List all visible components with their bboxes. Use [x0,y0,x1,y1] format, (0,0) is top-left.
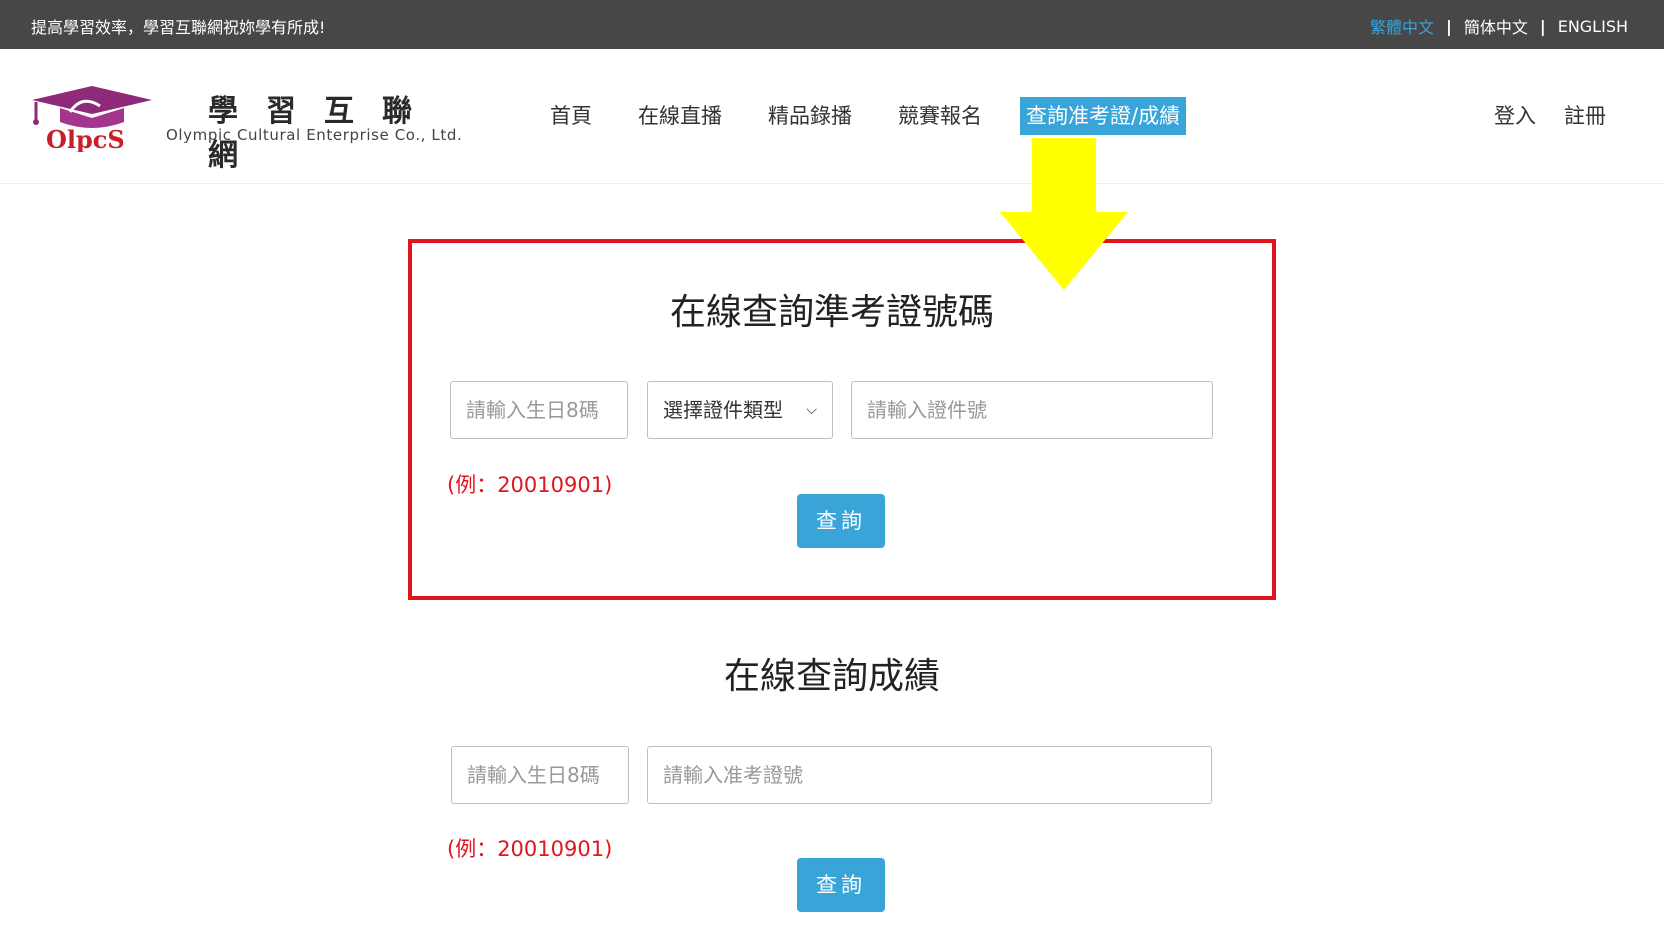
nav-item-live[interactable]: 在線直播 [636,97,724,135]
site-logo[interactable]: OlpcS 學習互聯網 Olympic Cultural Enterprise … [30,86,470,173]
slogan: 提高學習效率，學習互聯網祝妳學有所成! [31,18,326,37]
nav-item-home[interactable]: 首頁 [548,97,594,135]
score-query-button[interactable]: 查詢 [797,858,885,912]
nav-item-recorded[interactable]: 精品錄播 [766,97,854,135]
birthday-input[interactable] [450,381,628,439]
chevron-down-icon: ⌵ [806,402,817,418]
main-nav: 首頁 在線直播 精品錄播 競賽報名 查詢准考證/成績 [548,97,1228,135]
logo-letters: OlpcS [46,125,125,152]
lang-traditional-chinese[interactable]: 繁體中文 [1370,14,1434,38]
register-link[interactable]: 註冊 [1564,97,1606,135]
brand-name-english: Olympic Cultural Enterprise Co., Ltd. [166,126,463,144]
admission-query-title: 在線查詢準考證號碼 [669,292,994,333]
graduation-cap-logo-icon: OlpcS [32,86,152,152]
yellow-arrow-down-icon [1000,138,1128,290]
lang-separator: | [1446,16,1452,36]
top-bar: 提高學習效率，學習互聯網祝妳學有所成! 繁體中文 | 簡体中文 | ENGLIS… [0,0,1664,49]
score-query-title: 在線查詢成績 [723,656,940,697]
lang-simplified-chinese[interactable]: 簡体中文 [1464,14,1528,38]
nav-item-query[interactable]: 查詢准考證/成績 [1020,97,1187,135]
id-type-select-value: 選擇證件類型 [663,398,783,422]
id-type-select[interactable]: 選擇證件類型 ⌵ [647,381,833,439]
score-birthday-example: (例：20010901) [447,837,613,861]
login-link[interactable]: 登入 [1494,97,1536,135]
lang-english[interactable]: ENGLISH [1558,17,1628,36]
auth-links: 登入 註冊 [1466,97,1606,135]
admission-query-button[interactable]: 查詢 [797,494,885,548]
score-birthday-input[interactable] [451,746,629,804]
site-header: OlpcS 學習互聯網 Olympic Cultural Enterprise … [0,49,1664,184]
lang-separator: | [1539,16,1546,36]
admission-number-input[interactable] [647,746,1212,804]
language-switcher: 繁體中文 | 簡体中文 | ENGLISH [1370,14,1628,38]
id-number-input[interactable] [851,381,1213,439]
birthday-example: (例：20010901) [447,473,613,497]
nav-item-competition[interactable]: 競賽報名 [896,97,984,135]
